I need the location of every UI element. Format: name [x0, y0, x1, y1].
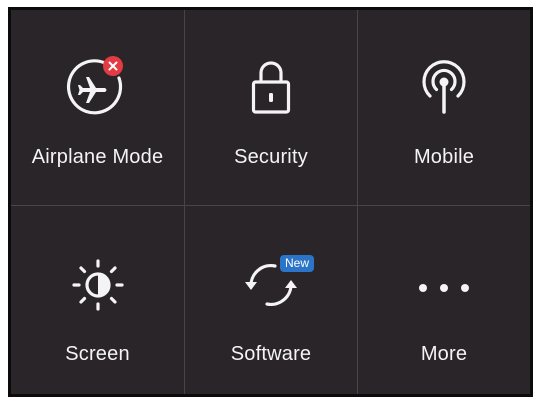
ellipsis-icon [409, 251, 479, 321]
tile-screen[interactable]: Screen [11, 206, 184, 394]
tile-label: Mobile [413, 146, 475, 168]
settings-grid: Airplane Mode Security Mobile Screen New… [11, 10, 530, 394]
tile-software[interactable]: New Software [185, 206, 357, 394]
tile-label: Screen [65, 343, 130, 365]
brightness-icon [63, 251, 133, 321]
tile-label: Software [230, 343, 312, 365]
tile-airplane-mode[interactable]: Airplane Mode [11, 10, 184, 205]
tile-label: Airplane Mode [31, 146, 164, 168]
antenna-icon [409, 52, 479, 122]
refresh-icon: New [236, 251, 315, 321]
tile-mobile[interactable]: Mobile [358, 10, 530, 205]
tile-security[interactable]: Security [185, 10, 357, 205]
new-badge: New [280, 255, 315, 272]
quick-settings-panel: Airplane Mode Security Mobile Screen New… [8, 7, 533, 397]
airplane-icon [63, 52, 133, 122]
lock-icon [236, 52, 306, 122]
error-badge-icon [102, 56, 123, 76]
tile-more[interactable]: More [358, 206, 530, 394]
tile-label: Security [234, 146, 308, 168]
tile-label: More [420, 343, 468, 365]
